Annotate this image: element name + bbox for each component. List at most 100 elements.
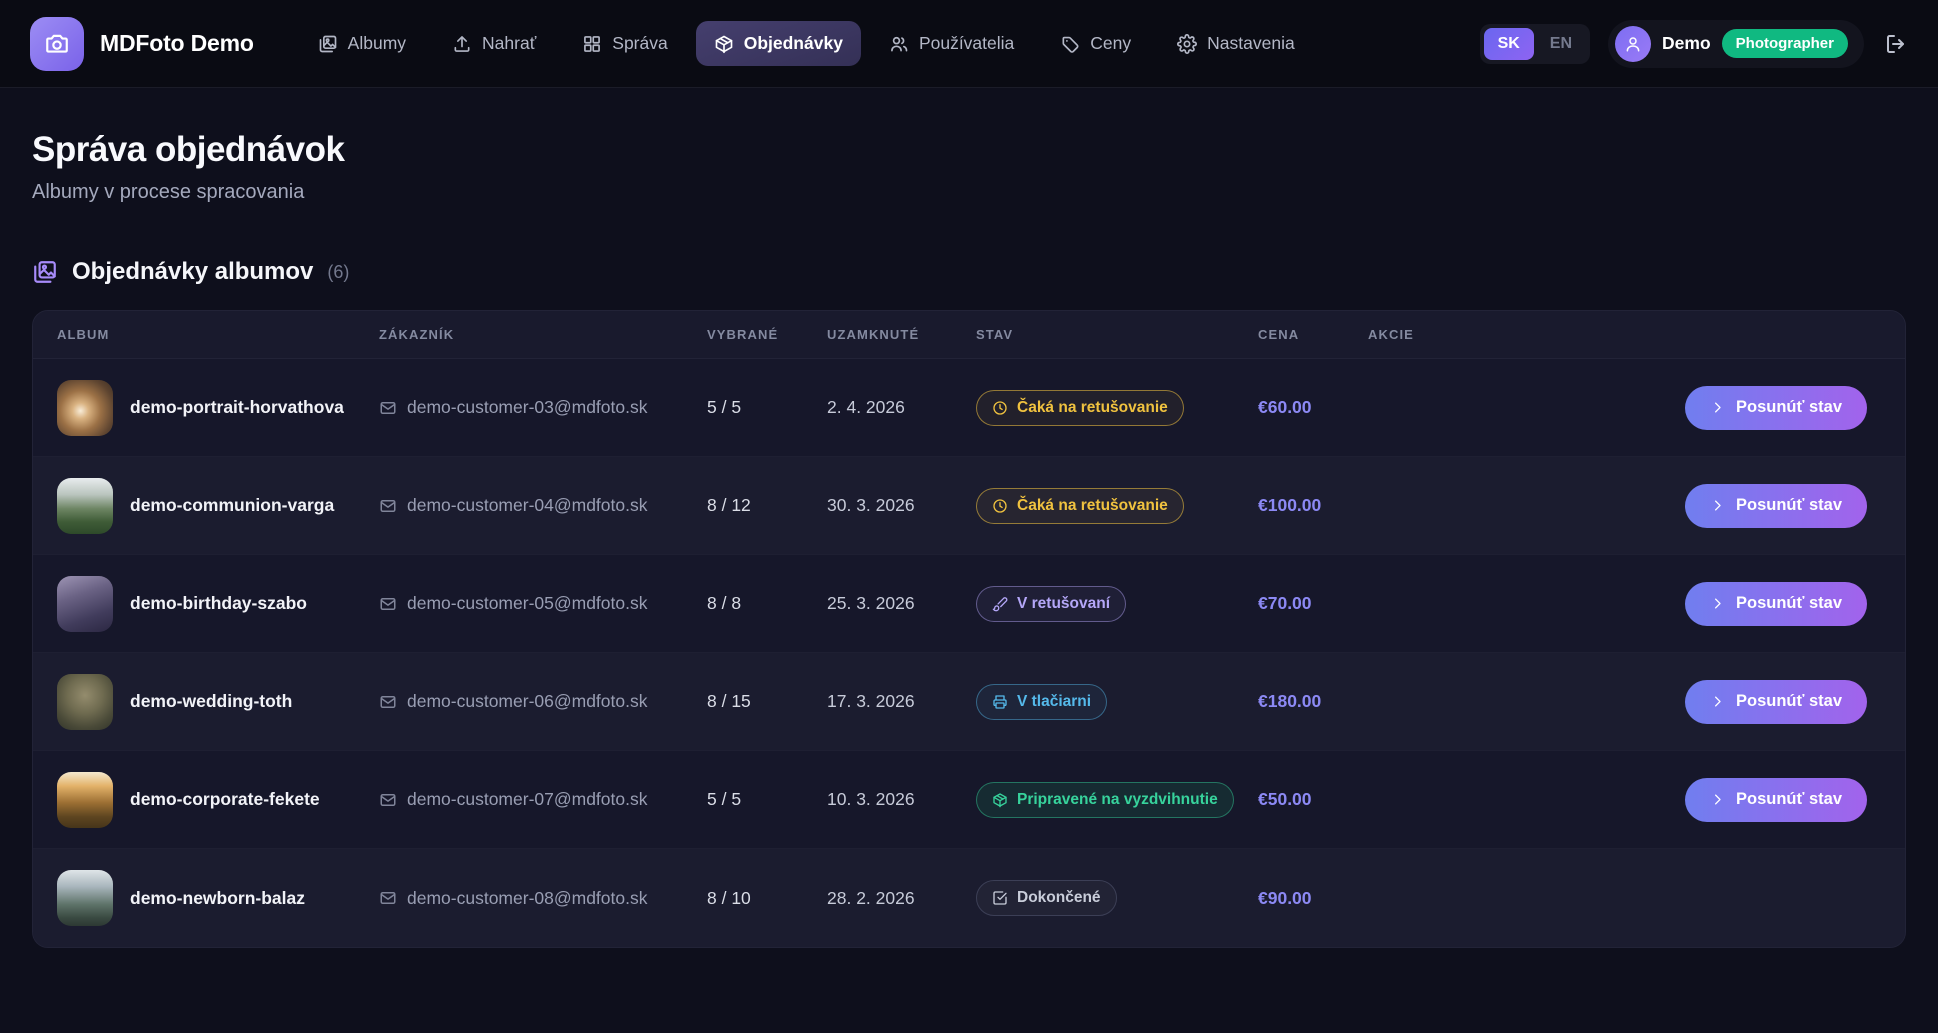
- clock-icon: [992, 400, 1008, 416]
- table-row: demo-communion-varga demo-customer-04@md…: [33, 457, 1905, 555]
- table-row: demo-corporate-fekete demo-customer-07@m…: [33, 751, 1905, 849]
- table-row: demo-portrait-horvathova demo-customer-0…: [33, 359, 1905, 457]
- table-row: demo-wedding-toth demo-customer-06@mdfot…: [33, 653, 1905, 751]
- locked-date: 30. 3. 2026: [827, 495, 976, 516]
- status-cell: Čaká na retušovanie: [976, 488, 1258, 524]
- language-toggle: SK EN: [1480, 24, 1590, 64]
- nav-item-nastavenia[interactable]: Nastavenia: [1159, 21, 1313, 66]
- nav-item-ceny[interactable]: Ceny: [1042, 21, 1149, 66]
- album-thumbnail: [57, 772, 113, 828]
- status-cell: V retušovaní: [976, 586, 1258, 622]
- section-header: Objednávky albumov (6): [32, 258, 1906, 286]
- price: €100.00: [1258, 495, 1368, 516]
- package-icon: [992, 792, 1008, 808]
- album-cell: demo-corporate-fekete: [57, 772, 379, 828]
- album-thumbnail: [57, 380, 113, 436]
- albums-icon: [318, 34, 338, 54]
- advance-status-button[interactable]: Posunúť stav: [1685, 582, 1867, 626]
- column-header-uzamknute: Uzamknuté: [827, 327, 976, 342]
- customer-email: demo-customer-04@mdfoto.sk: [407, 495, 648, 516]
- gear-icon: [1177, 34, 1197, 54]
- album-cell: demo-birthday-szabo: [57, 576, 379, 632]
- nav-item-nahra-[interactable]: Nahrať: [434, 21, 554, 66]
- table-row: demo-birthday-szabo demo-customer-05@mdf…: [33, 555, 1905, 653]
- topbar: MDFoto Demo Albumy Nahrať Správa Objedná…: [0, 0, 1938, 88]
- album-cell: demo-portrait-horvathova: [57, 380, 379, 436]
- status-badge: V tlačiarni: [976, 684, 1107, 720]
- nav-item-objedn-vky[interactable]: Objednávky: [696, 21, 861, 66]
- selected-count: 8 / 8: [707, 593, 827, 614]
- advance-status-button[interactable]: Posunúť stav: [1685, 778, 1867, 822]
- advance-status-button[interactable]: Posunúť stav: [1685, 484, 1867, 528]
- package-icon: [714, 34, 734, 54]
- advance-status-button[interactable]: Posunúť stav: [1685, 680, 1867, 724]
- tag-icon: [1060, 34, 1080, 54]
- users-icon: [889, 34, 909, 54]
- status-cell: V tlačiarni: [976, 684, 1258, 720]
- album-name: demo-portrait-horvathova: [130, 397, 344, 418]
- album-name: demo-birthday-szabo: [130, 593, 307, 614]
- selected-count: 5 / 5: [707, 397, 827, 418]
- orders-table: Album Zákazník Vybrané Uzamknuté Stav Ce…: [32, 310, 1906, 948]
- grid-icon: [582, 34, 602, 54]
- customer-email: demo-customer-07@mdfoto.sk: [407, 789, 648, 810]
- nav-item-pou-vatelia[interactable]: Používatelia: [871, 21, 1032, 66]
- user-name: Demo: [1662, 33, 1711, 54]
- customer-cell: demo-customer-03@mdfoto.sk: [379, 397, 707, 418]
- status-badge: Čaká na retušovanie: [976, 390, 1184, 426]
- album-cell: demo-wedding-toth: [57, 674, 379, 730]
- advance-status-button[interactable]: Posunúť stav: [1685, 386, 1867, 430]
- status-cell: Dokončené: [976, 880, 1258, 916]
- clock-icon: [992, 498, 1008, 514]
- album-cell: demo-newborn-balaz: [57, 870, 379, 926]
- brand-title: MDFoto Demo: [100, 30, 254, 57]
- customer-cell: demo-customer-05@mdfoto.sk: [379, 593, 707, 614]
- customer-email: demo-customer-03@mdfoto.sk: [407, 397, 648, 418]
- action-cell: Posunúť stav: [1368, 484, 1881, 528]
- customer-cell: demo-customer-07@mdfoto.sk: [379, 789, 707, 810]
- album-thumbnail: [57, 478, 113, 534]
- album-cell: demo-communion-varga: [57, 478, 379, 534]
- customer-email: demo-customer-06@mdfoto.sk: [407, 691, 648, 712]
- status-badge: Pripravené na vyzdvihnutie: [976, 782, 1234, 818]
- role-badge: Photographer: [1722, 29, 1848, 58]
- column-header-stav: Stav: [976, 327, 1258, 342]
- album-thumbnail: [57, 674, 113, 730]
- nav-item-spr-va[interactable]: Správa: [564, 21, 685, 66]
- table-row: demo-newborn-balaz demo-customer-08@mdfo…: [33, 849, 1905, 947]
- nav-item-albumy[interactable]: Albumy: [300, 21, 424, 66]
- printer-icon: [992, 694, 1008, 710]
- customer-cell: demo-customer-08@mdfoto.sk: [379, 888, 707, 909]
- logout-button[interactable]: [1884, 32, 1908, 56]
- action-cell: Posunúť stav: [1368, 386, 1881, 430]
- album-name: demo-newborn-balaz: [130, 888, 305, 909]
- chevron-right-icon: [1710, 792, 1725, 807]
- main-nav: Albumy Nahrať Správa Objednávky Používat…: [300, 21, 1313, 66]
- check-square-icon: [992, 890, 1008, 906]
- selected-count: 5 / 5: [707, 789, 827, 810]
- action-cell: Posunúť stav: [1368, 778, 1881, 822]
- status-badge: Čaká na retušovanie: [976, 488, 1184, 524]
- envelope-icon: [379, 595, 397, 613]
- action-cell: Posunúť stav: [1368, 582, 1881, 626]
- customer-email: demo-customer-08@mdfoto.sk: [407, 888, 648, 909]
- album-thumbnail: [57, 576, 113, 632]
- album-name: demo-corporate-fekete: [130, 789, 320, 810]
- status-cell: Pripravené na vyzdvihnutie: [976, 782, 1258, 818]
- customer-cell: demo-customer-04@mdfoto.sk: [379, 495, 707, 516]
- envelope-icon: [379, 497, 397, 515]
- lang-button-sk[interactable]: SK: [1484, 28, 1534, 60]
- camera-icon: [44, 31, 70, 57]
- price: €180.00: [1258, 691, 1368, 712]
- avatar: [1615, 26, 1651, 62]
- lang-button-en[interactable]: EN: [1536, 28, 1586, 60]
- chevron-right-icon: [1710, 498, 1725, 513]
- chevron-right-icon: [1710, 596, 1725, 611]
- album-name: demo-communion-varga: [130, 495, 334, 516]
- column-header-album: Album: [57, 327, 379, 342]
- status-cell: Čaká na retušovanie: [976, 390, 1258, 426]
- envelope-icon: [379, 791, 397, 809]
- locked-date: 28. 2. 2026: [827, 888, 976, 909]
- table-header-row: Album Zákazník Vybrané Uzamknuté Stav Ce…: [33, 311, 1905, 359]
- user-menu[interactable]: Demo Photographer: [1608, 20, 1864, 68]
